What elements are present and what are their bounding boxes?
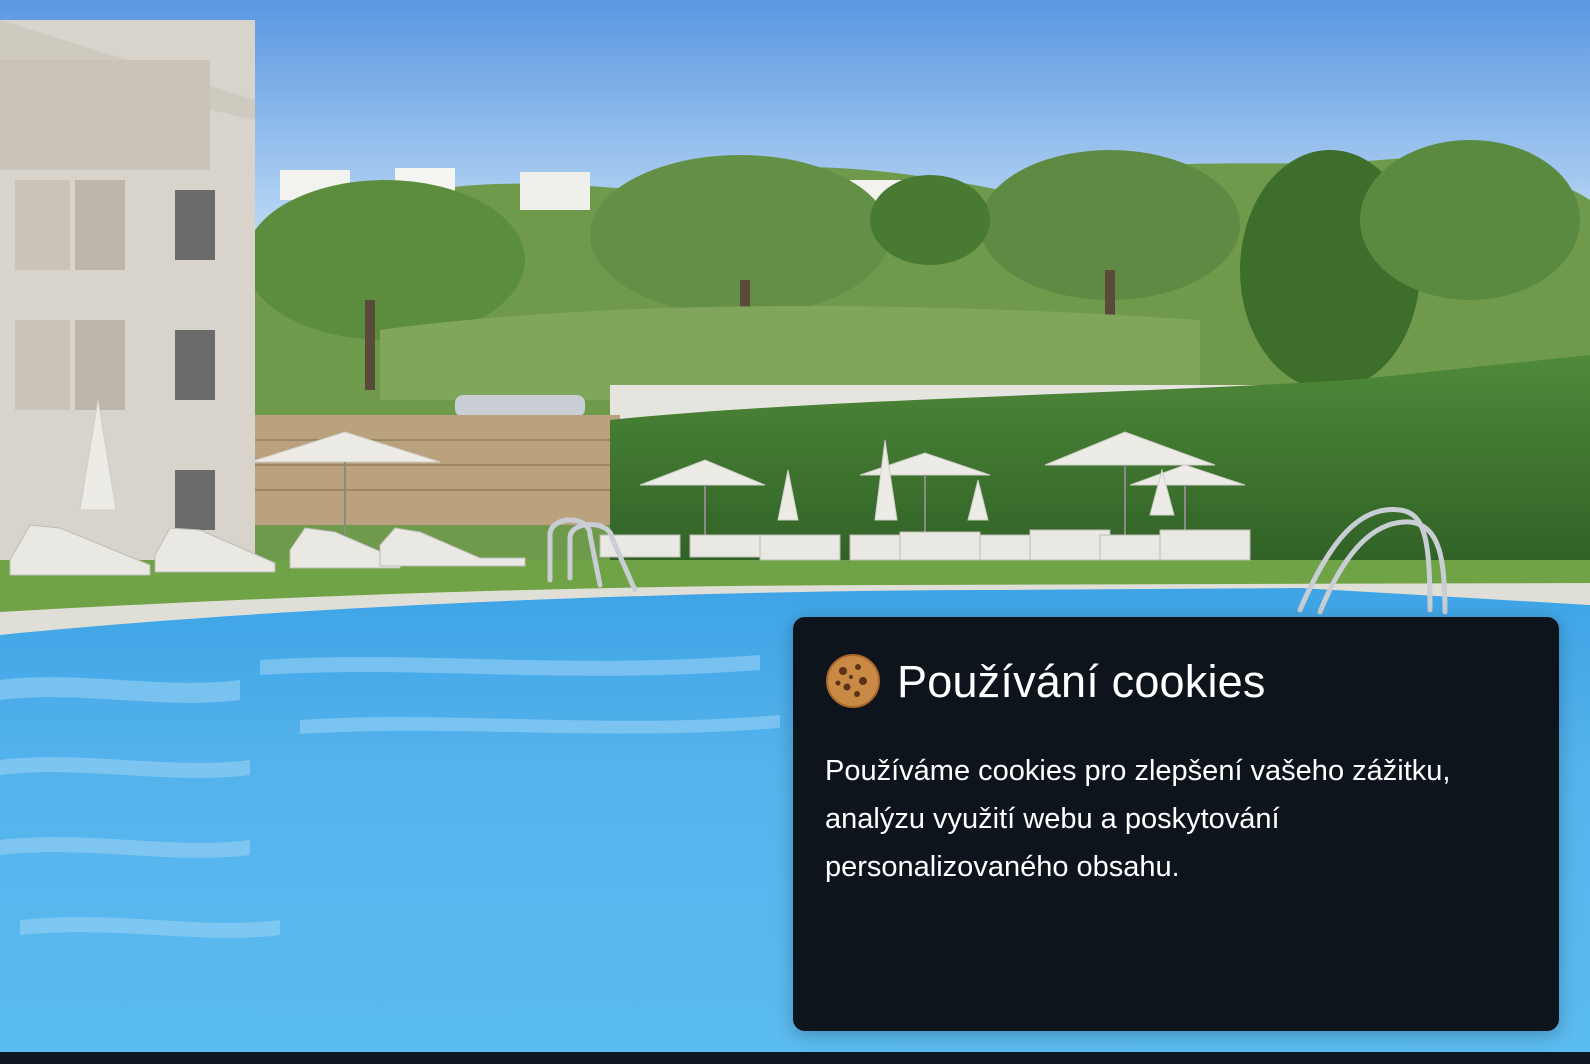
cookie-title-row: Používání cookies [825,653,1527,709]
page: Používání cookies Používáme cookies pro … [0,0,1590,1064]
cookie-description: Používáme cookies pro zlepšení vašeho zá… [825,755,1451,883]
cookie-title: Používání cookies [897,655,1266,707]
cookie-icon [825,653,881,709]
cookie-consent-banner: Používání cookies Používáme cookies pro … [793,617,1559,1031]
bottom-bar [0,1052,1590,1064]
